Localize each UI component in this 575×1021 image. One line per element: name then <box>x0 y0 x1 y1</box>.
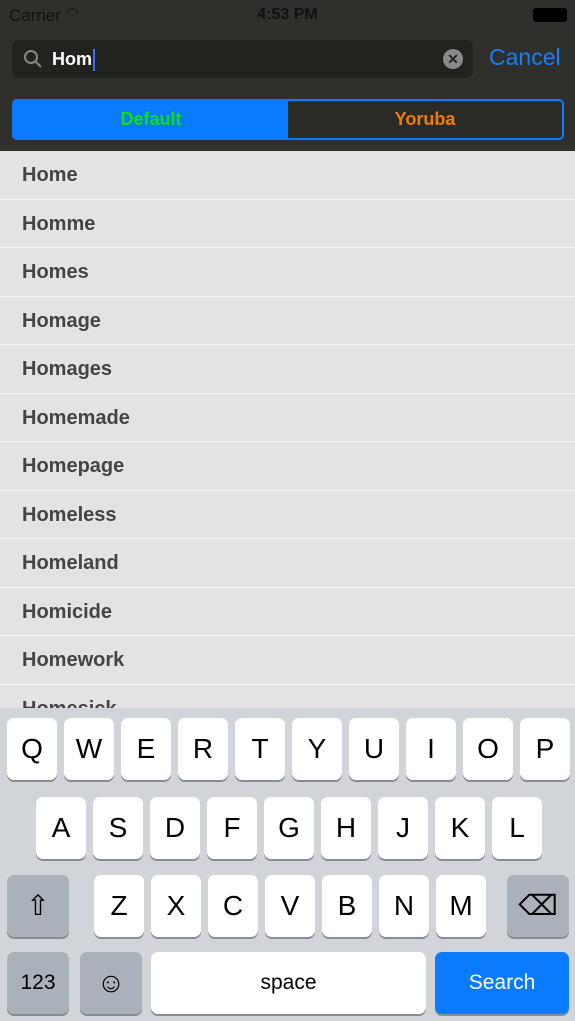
results-list: Home Homme Homes Homage Homages Homemade Homep… <box>0 151 575 708</box>
list-item[interactable]: Homemade <box>0 394 575 442</box>
list-item[interactable]: Homages <box>0 345 575 394</box>
delete-key[interactable]: ⌫ <box>507 875 569 937</box>
key-h[interactable]: H <box>321 797 371 859</box>
search-icon <box>24 50 42 68</box>
key-n[interactable]: N <box>379 875 429 937</box>
key-i[interactable]: I <box>406 718 456 780</box>
list-item[interactable]: Homes <box>0 248 575 297</box>
numbers-key[interactable]: 123 <box>7 952 69 1014</box>
clock: 4:53 PM <box>257 6 318 23</box>
list-item[interactable]: Homework <box>0 636 575 685</box>
scope-segmented-control: Default Yoruba <box>12 99 564 140</box>
list-item[interactable]: Homepage <box>0 442 575 491</box>
list-item[interactable]: Homme <box>0 200 575 248</box>
segment-yoruba[interactable]: Yoruba <box>288 101 562 138</box>
key-f[interactable]: F <box>207 797 257 859</box>
key-s[interactable]: S <box>93 797 143 859</box>
key-m[interactable]: M <box>436 875 486 937</box>
key-x[interactable]: X <box>151 875 201 937</box>
key-p[interactable]: P <box>520 718 570 780</box>
key-o[interactable]: O <box>463 718 513 780</box>
key-e[interactable]: E <box>121 718 171 780</box>
header: Carrier ◠ 4:53 PM Hom ✕ Cancel Default Y… <box>0 0 575 151</box>
shift-key[interactable]: ⇧ <box>7 875 69 937</box>
search-input[interactable]: Hom ✕ <box>12 40 473 78</box>
list-item[interactable]: Homage <box>0 297 575 345</box>
key-t[interactable]: T <box>235 718 285 780</box>
key-r[interactable]: R <box>178 718 228 780</box>
key-l[interactable]: L <box>492 797 542 859</box>
list-item[interactable]: Home <box>0 151 575 200</box>
key-d[interactable]: D <box>150 797 200 859</box>
key-u[interactable]: U <box>349 718 399 780</box>
cancel-button[interactable]: Cancel <box>489 44 561 71</box>
text-caret <box>93 49 95 72</box>
keyboard: Q W E R T Y U I O P A S D F G H J K L Z X C V B N M ⇧ ⌫ 123 ☺ space Sea… <box>0 708 575 1021</box>
list-item[interactable]: Homeland <box>0 539 575 588</box>
status-bar: Carrier ◠ 4:53 PM <box>0 0 575 30</box>
key-c[interactable]: C <box>208 875 258 937</box>
list-item[interactable]: Homesick <box>0 685 575 709</box>
key-j[interactable]: J <box>378 797 428 859</box>
key-g[interactable]: G <box>264 797 314 859</box>
key-a[interactable]: A <box>36 797 86 859</box>
segment-default[interactable]: Default <box>14 101 288 138</box>
key-q[interactable]: Q <box>7 718 57 780</box>
clear-icon[interactable]: ✕ <box>443 49 463 69</box>
list-item[interactable]: Homicide <box>0 588 575 636</box>
search-key[interactable]: Search <box>435 952 569 1014</box>
key-y[interactable]: Y <box>292 718 342 780</box>
emoji-key[interactable]: ☺ <box>80 952 142 1014</box>
key-z[interactable]: Z <box>94 875 144 937</box>
key-k[interactable]: K <box>435 797 485 859</box>
key-w[interactable]: W <box>64 718 114 780</box>
battery-icon <box>533 8 567 22</box>
space-key[interactable]: space <box>151 952 426 1014</box>
key-v[interactable]: V <box>265 875 315 937</box>
key-b[interactable]: B <box>322 875 372 937</box>
list-item[interactable]: Homeless <box>0 491 575 539</box>
search-value: Hom <box>52 49 92 69</box>
